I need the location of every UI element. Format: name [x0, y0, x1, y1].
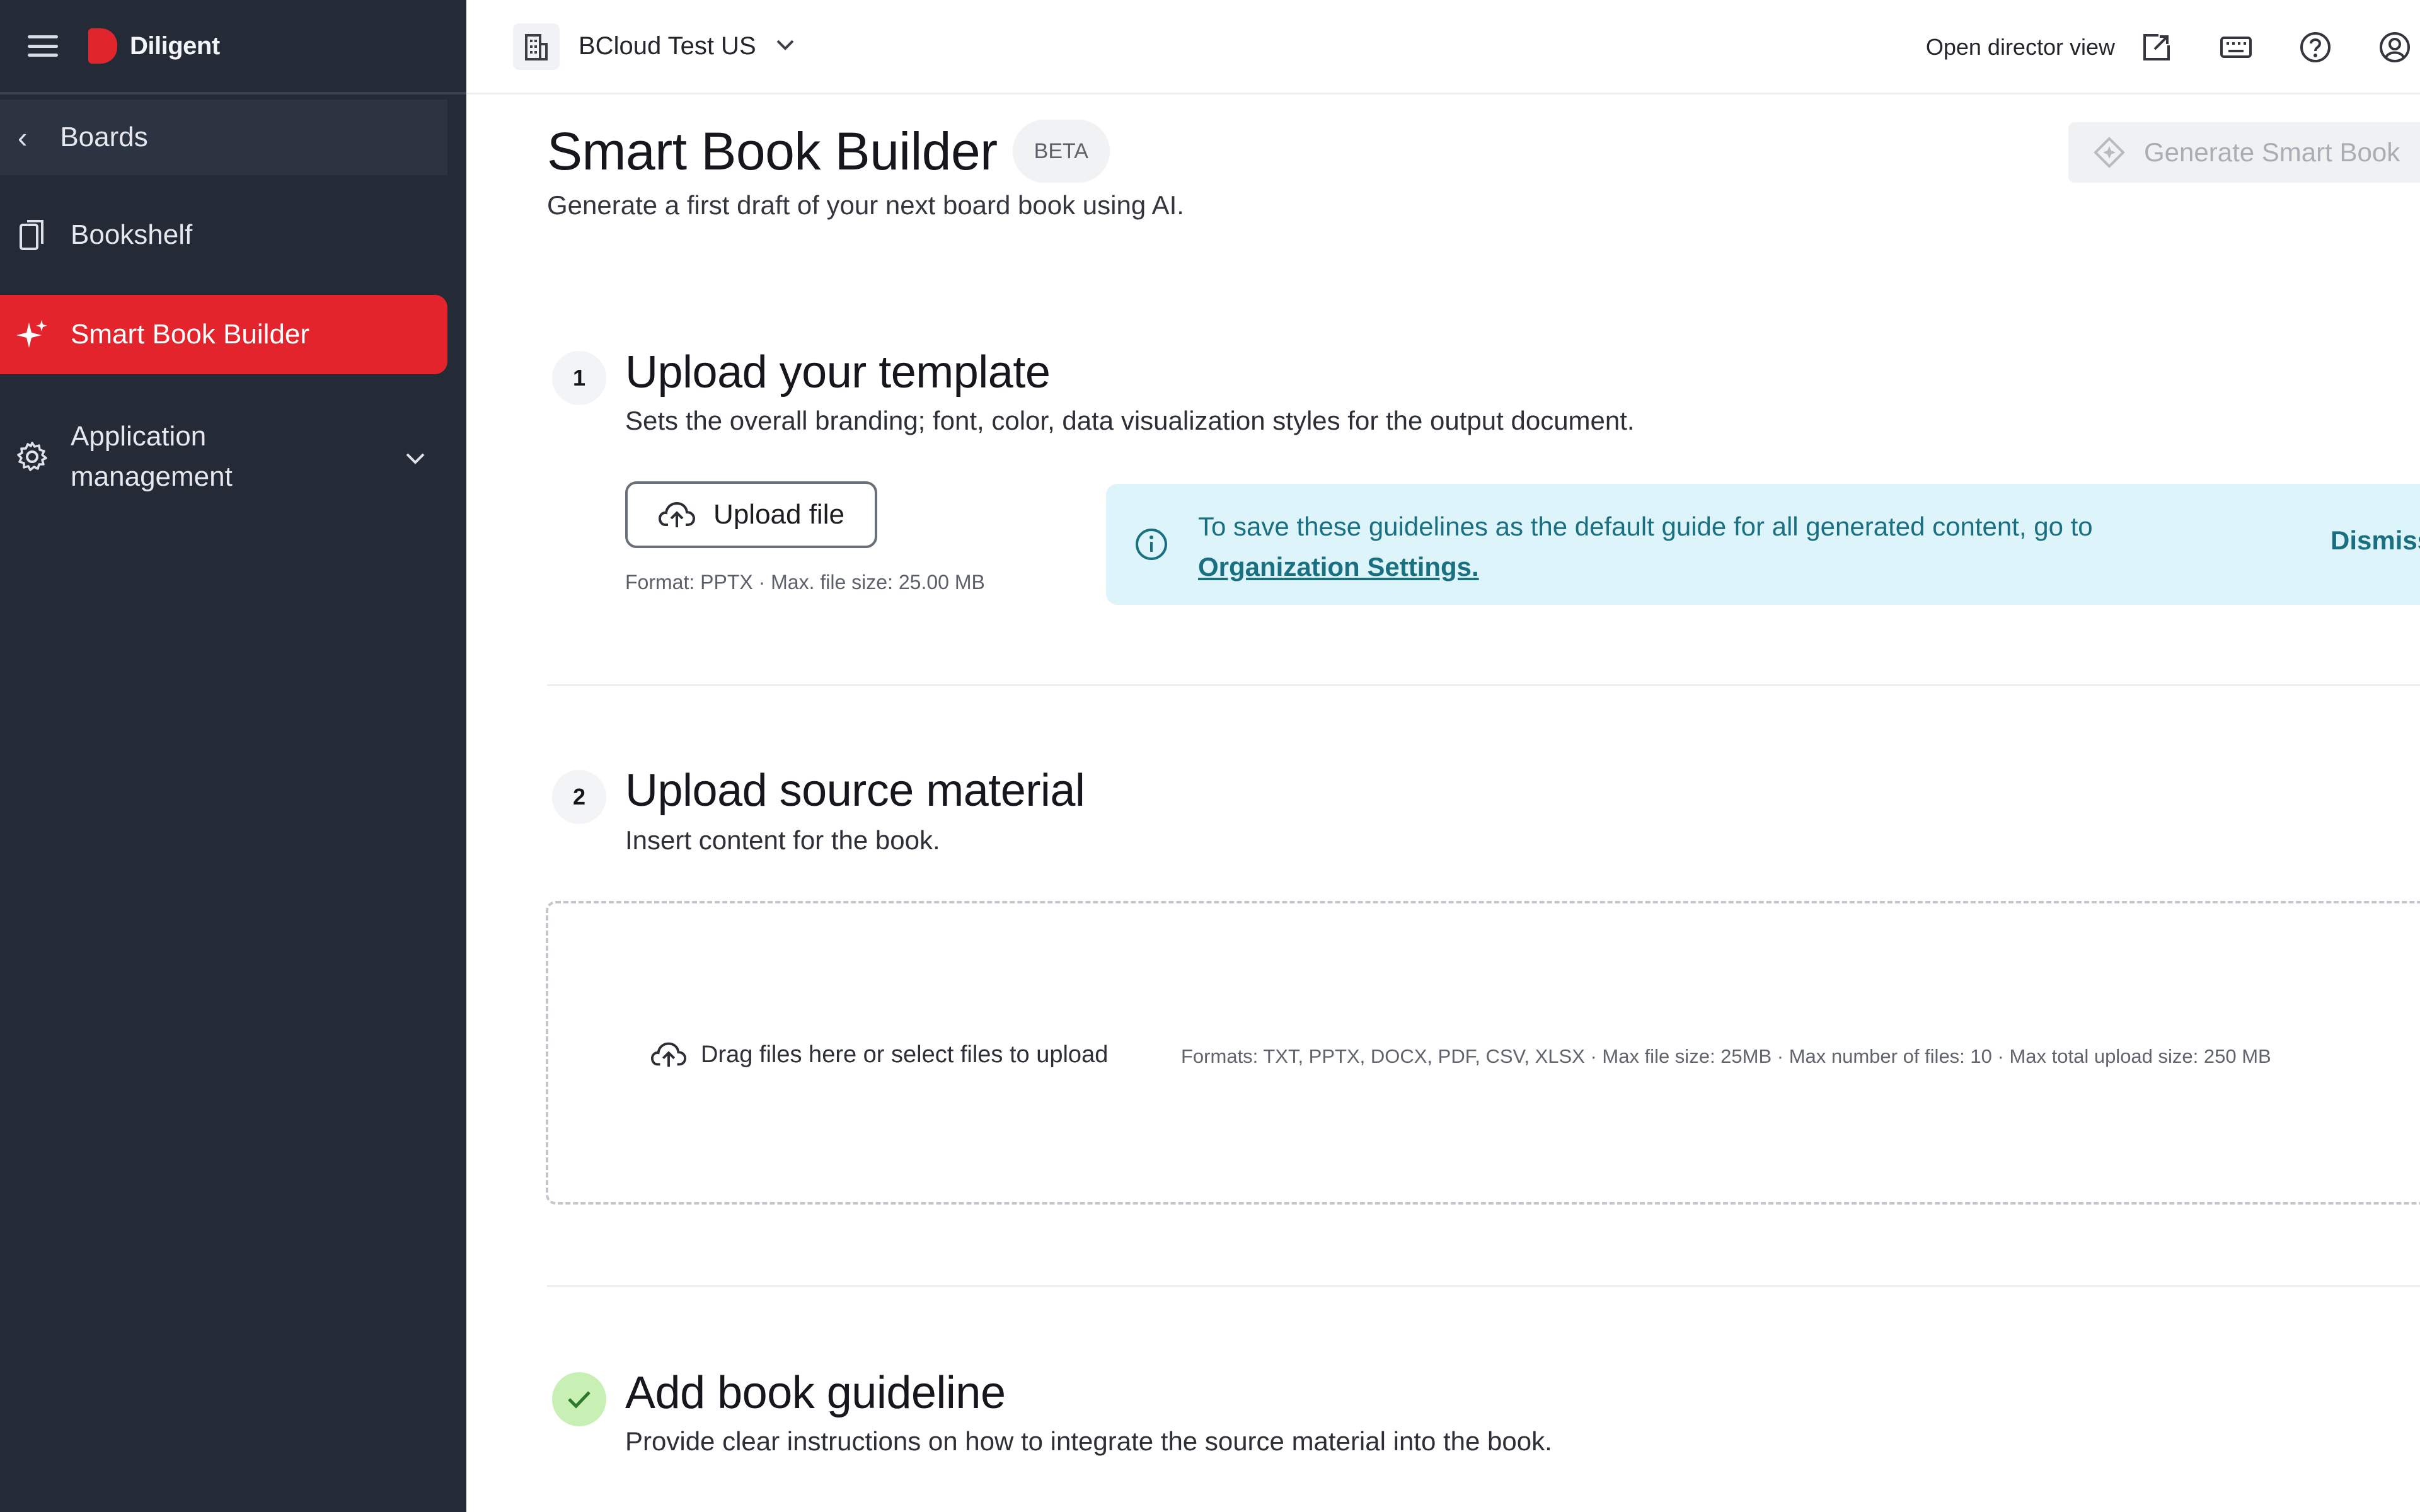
info-banner: To save these guidelines as the default …: [1106, 484, 2420, 605]
menu-icon[interactable]: [28, 35, 58, 57]
sidebar-item-label: Smart Book Builder: [71, 319, 310, 350]
step-3-subtitle: Provide clear instructions on how to int…: [625, 1426, 1552, 1456]
user-icon[interactable]: [2376, 28, 2414, 66]
beta-badge: BETA: [1012, 120, 1110, 183]
section-divider: [547, 684, 2420, 686]
step-3-title: Add book guideline: [625, 1368, 1006, 1418]
page-title-row: Smart Book Builder BETA: [547, 120, 1110, 183]
org-name: BCloud Test US: [579, 32, 756, 60]
step-2-title: Upload source material: [625, 765, 1085, 816]
upload-file-label: Upload file: [713, 499, 844, 530]
page-subtitle: Generate a first draft of your next boar…: [547, 190, 1184, 220]
section-divider: [547, 1285, 2420, 1287]
dropzone-formats: Formats: TXT, PPTX, DOCX, PDF, CSV, XLSX…: [1181, 1045, 2271, 1067]
banner-message: To save these guidelines as the default …: [1198, 507, 2269, 587]
diamond-sparkle-icon: [2094, 137, 2125, 168]
chevron-left-icon: ‹: [18, 121, 28, 154]
help-icon[interactable]: [2296, 28, 2334, 66]
org-selector[interactable]: BCloud Test US: [513, 23, 795, 70]
sidebar-item-application-management[interactable]: Application management: [0, 403, 447, 510]
cloud-upload-icon: [659, 501, 696, 527]
organization-settings-link[interactable]: Organization Settings.: [1198, 547, 2269, 587]
building-icon: [513, 23, 560, 70]
page-title: Smart Book Builder: [547, 121, 998, 181]
step-1-title: Upload your template: [625, 347, 1051, 398]
upload-template-button[interactable]: Upload file: [625, 481, 877, 548]
sidebar: Diligent ‹ Boards Bookshelf Smart Book B…: [0, 0, 466, 1512]
source-dropzone[interactable]: Drag files here or select files to uploa…: [546, 901, 2420, 1205]
dropzone-label: Drag files here or select files to uploa…: [701, 1041, 1109, 1068]
generate-smart-book-button[interactable]: Generate Smart Book: [2068, 122, 2420, 183]
generate-button-label: Generate Smart Book: [2144, 137, 2400, 167]
sidebar-header: Diligent: [0, 0, 466, 94]
sidebar-item-boards[interactable]: ‹ Boards: [0, 100, 447, 175]
sidebar-item-label: Bookshelf: [71, 219, 193, 250]
sidebar-item-smart-book-builder[interactable]: Smart Book Builder: [0, 295, 447, 374]
dismiss-button[interactable]: Dismiss: [2331, 525, 2420, 556]
sidebar-item-bookshelf[interactable]: Bookshelf: [0, 200, 447, 270]
header-actions: Open director view: [1926, 0, 2420, 94]
dropzone-prompt[interactable]: Drag files here or select files to uploa…: [650, 1041, 1108, 1068]
main-content: Smart Book Builder BETA Generate a first…: [466, 94, 2420, 1512]
open-director-view-link[interactable]: Open director view: [1926, 34, 2115, 60]
step-2-subtitle: Insert content for the book.: [625, 825, 940, 855]
step-1-number: 1: [552, 351, 606, 405]
sidebar-item-label: Boards: [60, 122, 148, 152]
banner-text: To save these guidelines as the default …: [1198, 512, 2093, 541]
sidebar-item-label: Application management: [71, 421, 233, 492]
diligent-logo-icon: [88, 28, 117, 64]
keyboard-icon[interactable]: [2217, 28, 2255, 66]
chevron-down-icon: [775, 38, 795, 54]
step-1-subtitle: Sets the overall branding; font, color, …: [625, 406, 1635, 435]
book-icon: [15, 218, 49, 252]
step-3-check-icon: [552, 1372, 606, 1426]
step-2-number: 2: [552, 770, 606, 824]
external-link-icon[interactable]: [2138, 28, 2175, 66]
top-bar: BCloud Test US Open director view: [466, 0, 2420, 94]
info-icon: [1134, 527, 1169, 565]
brand-name: Diligent: [130, 32, 220, 60]
chevron-down-icon[interactable]: [405, 441, 426, 472]
sparkle-icon: [15, 318, 49, 352]
cloud-upload-icon: [650, 1042, 687, 1067]
gear-icon: [15, 440, 49, 474]
template-format-hint: Format: PPTX · Max. file size: 25.00 MB: [625, 571, 985, 593]
